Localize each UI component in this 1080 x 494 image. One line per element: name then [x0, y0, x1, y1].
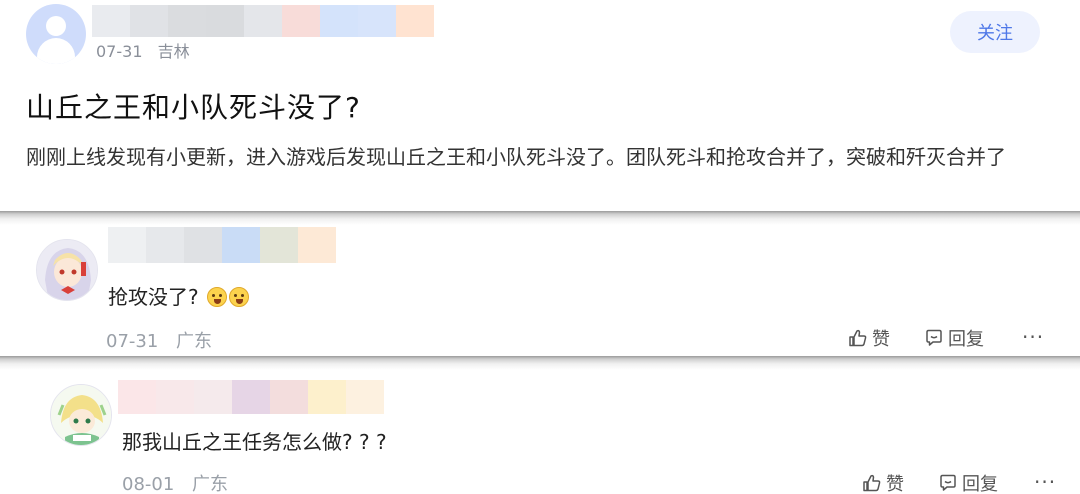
commenter-name-redacted[interactable]: [118, 380, 384, 414]
comment-text: 抢攻没了?: [108, 281, 249, 310]
comment-location: 广东: [176, 331, 213, 352]
post-body: 刚刚上线发现有小更新，进入游戏后发现山丘之王和小队死斗没了。团队死斗和抢攻合并了…: [26, 145, 1006, 169]
grimace-emoji-icon: [228, 287, 249, 307]
section-divider: [0, 356, 1080, 370]
like-button[interactable]: 赞: [848, 325, 890, 351]
comment-date: 08-01: [122, 474, 175, 494]
post-meta: 07-31 吉林: [96, 38, 200, 62]
comment-location: 广东: [192, 474, 229, 494]
commenter-avatar[interactable]: [36, 239, 98, 301]
post-title: 山丘之王和小队死斗没了?: [26, 91, 361, 124]
post-date: 07-31: [96, 42, 143, 61]
section-divider: [0, 211, 1080, 225]
comment-meta: 08-01 广东: [122, 470, 240, 494]
commenter-name-redacted[interactable]: [108, 227, 336, 263]
thumbs-up-icon: [863, 474, 881, 492]
comment-item: 那我山丘之王任务怎么做? ? ? 08-01 广东 赞 回复 ···: [0, 370, 1080, 494]
author-avatar[interactable]: [26, 4, 86, 64]
comment-meta: 07-31 广东: [106, 327, 224, 353]
reply-button[interactable]: 回复: [924, 325, 984, 351]
comment-item: 抢攻没了? 07-31 广东 赞 回复 ···: [0, 225, 1080, 357]
comment-bubble-icon: [940, 474, 956, 491]
more-options-button[interactable]: ···: [1034, 470, 1056, 494]
follow-button[interactable]: 关注: [950, 11, 1040, 53]
more-options-button[interactable]: ···: [1022, 325, 1044, 349]
anime-avatar-icon: [37, 240, 97, 300]
author-name-redacted[interactable]: [92, 5, 434, 37]
post-card: 07-31 吉林 关注 山丘之王和小队死斗没了? 刚刚上线发现有小更新，进入游戏…: [0, 0, 1080, 212]
grimace-emoji-icon: [206, 287, 227, 307]
comment-date: 07-31: [106, 331, 159, 352]
default-avatar-icon: [46, 16, 66, 36]
comment-text: 那我山丘之王任务怎么做? ? ?: [122, 430, 387, 454]
commenter-avatar[interactable]: [50, 384, 112, 446]
anime-avatar-icon: [51, 385, 111, 445]
post-location: 吉林: [157, 42, 190, 61]
comment-bubble-icon: [926, 329, 942, 346]
like-button[interactable]: 赞: [862, 470, 904, 494]
thumbs-up-icon: [849, 329, 867, 347]
reply-button[interactable]: 回复: [938, 470, 998, 494]
